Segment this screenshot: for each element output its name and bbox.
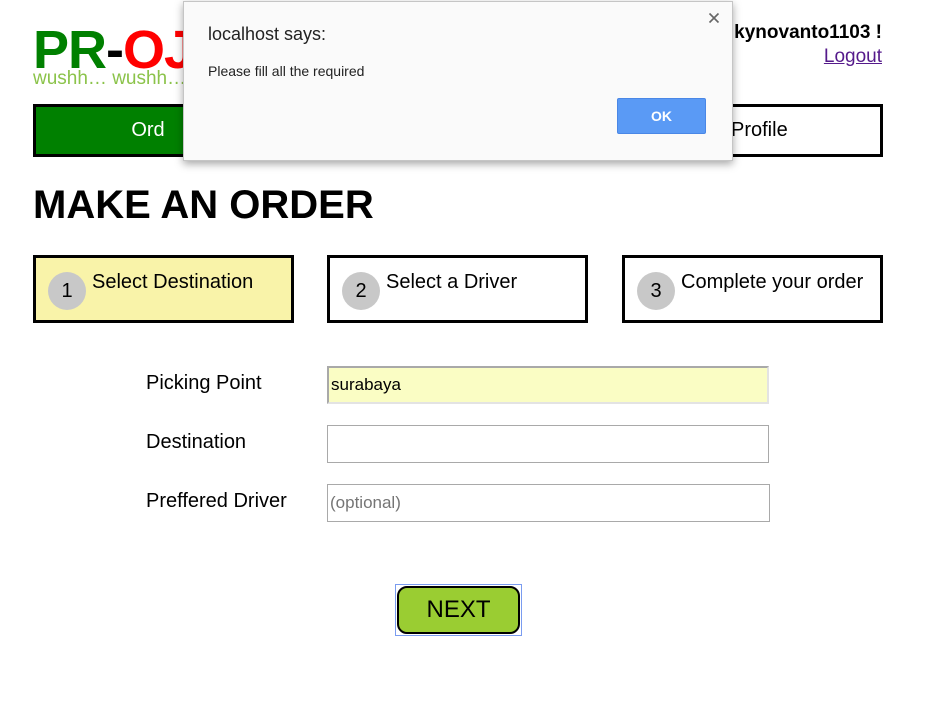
preferred-driver-input[interactable]	[327, 484, 770, 522]
picking-point-label: Picking Point	[146, 372, 262, 394]
picking-point-input[interactable]	[327, 366, 769, 404]
preferred-driver-label: Preffered Driver	[146, 490, 287, 512]
dialog-message: Please fill all the required	[208, 63, 365, 79]
next-button[interactable]: NEXT	[397, 586, 520, 634]
destination-input[interactable]	[327, 425, 769, 463]
dialog-title: localhost says:	[208, 24, 327, 44]
close-icon-glyph	[708, 12, 720, 24]
nav-tab-profile[interactable]: Profile	[712, 104, 883, 157]
next-button-focus-ring: NEXT	[395, 584, 522, 636]
page-title: MAKE AN ORDER	[33, 183, 374, 227]
step-number-badge: 2	[342, 272, 380, 310]
dialog-ok-button[interactable]: OK	[617, 98, 706, 134]
step-label: Select Destination	[92, 271, 254, 293]
step-label: Select a Driver	[386, 271, 518, 293]
step-number-badge: 1	[48, 272, 86, 310]
logout-link[interactable]: Logout	[824, 46, 882, 68]
nav-tab-order[interactable]: Ord	[33, 104, 203, 157]
step-select-driver: 2 Select a Driver	[327, 255, 588, 323]
close-icon[interactable]	[706, 10, 722, 26]
user-greeting: kynovanto1103 !	[734, 22, 882, 43]
logo-tagline: wushh… wushh…	[33, 68, 187, 89]
step-select-destination: 1 Select Destination	[33, 255, 294, 323]
alert-dialog: localhost says: Please fill all the requ…	[183, 1, 733, 161]
step-complete-order: 3 Complete your order	[622, 255, 883, 323]
nav-tab-profile-label: Profile	[731, 119, 788, 141]
step-number-badge: 3	[637, 272, 675, 310]
destination-label: Destination	[146, 431, 247, 453]
nav-tab-order-label: Ord	[131, 119, 165, 141]
step-label: Complete your order	[681, 271, 864, 293]
